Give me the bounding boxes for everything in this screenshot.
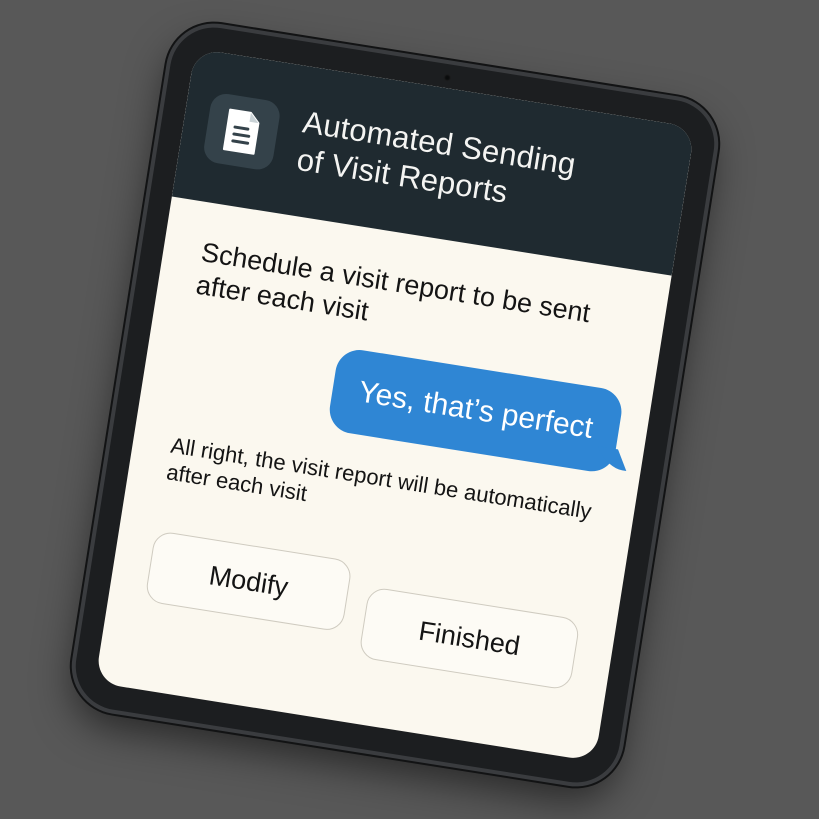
- modify-button[interactable]: Modify: [144, 530, 354, 633]
- user-reply-text: Yes, that’s perfect: [356, 375, 596, 446]
- camera-dot: [443, 73, 452, 82]
- bubble-tail: [598, 446, 627, 471]
- tablet-screen: Automated Sending of Visit Reports Sched…: [94, 48, 696, 762]
- action-buttons: Modify Finished: [139, 530, 586, 691]
- user-reply-bubble: Yes, that’s perfect: [326, 346, 627, 475]
- chat-content: Schedule a visit report to be sent after…: [105, 197, 671, 697]
- document-icon: [201, 91, 282, 172]
- finished-button[interactable]: Finished: [358, 586, 581, 691]
- stage: Automated Sending of Visit Reports Sched…: [0, 0, 819, 819]
- page-title: Automated Sending of Visit Reports: [294, 103, 579, 221]
- tablet-device: Automated Sending of Visit Reports Sched…: [69, 21, 721, 789]
